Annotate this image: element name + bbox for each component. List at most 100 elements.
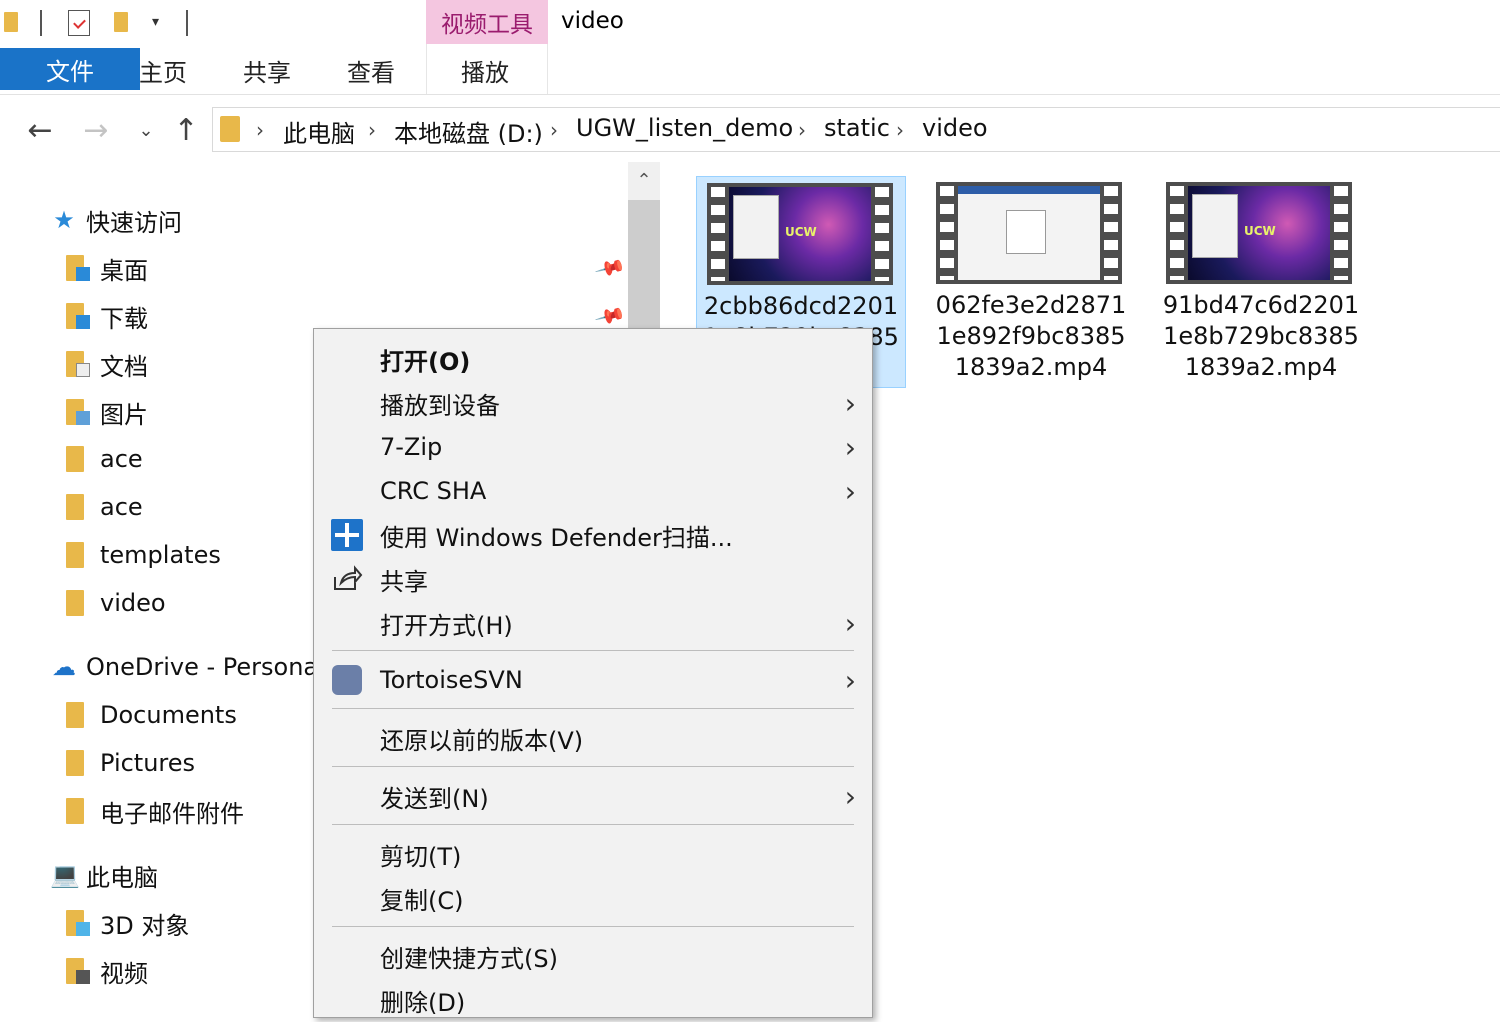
nav-item-templates[interactable]: templates xyxy=(66,535,221,575)
breadcrumb-chevron-icon[interactable]: › xyxy=(368,118,376,142)
menu-item-label: 发送到(N) xyxy=(380,784,489,813)
pictures-folder-icon xyxy=(66,399,90,425)
menu-separator xyxy=(332,708,854,709)
menu-item-defender-scan[interactable]: 使用 Windows Defender扫描... xyxy=(314,513,874,557)
nav-item-email-attachments[interactable]: 电子邮件附件 xyxy=(66,791,244,831)
breadcrumb-ugw-listen-demo[interactable]: UGW_listen_demo xyxy=(576,114,793,142)
menu-item-label: CRC SHA xyxy=(380,477,487,505)
menu-item-label: 播放到设备 xyxy=(380,391,500,420)
nav-onedrive[interactable]: ☁ OneDrive - Personal xyxy=(50,647,325,687)
menu-item-label: 使用 Windows Defender扫描... xyxy=(380,523,733,552)
back-arrow-icon[interactable]: ← xyxy=(20,110,60,150)
tab-file[interactable]: 文件 xyxy=(0,48,140,90)
menu-item-label: 共享 xyxy=(380,567,428,596)
menu-item-restore-previous-versions[interactable]: 还原以前的版本(V) xyxy=(314,716,874,760)
folder-icon xyxy=(66,798,84,824)
nav-item-label: 视频 xyxy=(100,959,148,988)
nav-item-video[interactable]: video xyxy=(66,583,166,623)
breadcrumb-chevron-icon[interactable]: › xyxy=(256,118,264,142)
nav-item-label: ace xyxy=(100,493,143,521)
nav-this-pc[interactable]: 💻 此电脑 xyxy=(50,855,158,895)
submenu-arrow-icon: › xyxy=(844,474,856,508)
video-thumbnail xyxy=(936,182,1122,284)
nav-item-label: templates xyxy=(100,541,221,569)
menu-item-label: 创建快捷方式(S) xyxy=(380,944,558,973)
nav-item-ace[interactable]: ace xyxy=(66,439,143,479)
defender-shield-icon xyxy=(331,519,363,551)
properties-icon[interactable] xyxy=(68,10,90,36)
computer-icon: 💻 xyxy=(50,861,80,889)
tab-play[interactable]: 播放 xyxy=(461,48,509,92)
cloud-icon: ☁ xyxy=(52,653,76,681)
tab-home[interactable]: 主页 xyxy=(139,48,187,92)
menu-separator xyxy=(332,766,854,767)
nav-item-downloads[interactable]: 下载 xyxy=(66,296,148,336)
breadcrumb-chevron-icon[interactable]: › xyxy=(798,118,806,142)
tortoisesvn-icon xyxy=(332,665,362,695)
menu-item-cut[interactable]: 剪切(T) xyxy=(314,832,874,876)
breadcrumb-static[interactable]: static xyxy=(824,114,890,142)
breadcrumb-this-pc[interactable]: 此电脑 xyxy=(283,114,355,149)
menu-separator xyxy=(332,650,854,651)
menu-item-label: 7-Zip xyxy=(380,433,443,461)
up-arrow-icon[interactable]: ↑ xyxy=(166,110,206,150)
file-item-video-2[interactable]: 062fe3e2d2871 1e892f9bc8385 1839a2.mp4 xyxy=(926,176,1136,388)
menu-item-copy[interactable]: 复制(C) xyxy=(314,876,874,920)
nav-item-onedrive-documents[interactable]: Documents xyxy=(66,695,237,735)
file-name: 91bd47c6d2201 1e8b729bc8385 1839a2.mp4 xyxy=(1162,291,1360,381)
menu-item-cast-to-device[interactable]: 播放到设备 › xyxy=(314,381,874,425)
menu-item-create-shortcut[interactable]: 创建快捷方式(S) xyxy=(314,934,874,978)
menu-item-send-to[interactable]: 发送到(N) › xyxy=(314,774,874,818)
folder-icon xyxy=(66,494,84,520)
menu-item-label: 还原以前的版本(V) xyxy=(380,726,584,755)
nav-item-desktop[interactable]: 桌面 xyxy=(66,248,148,288)
nav-quick-access[interactable]: ★ 快速访问 xyxy=(50,200,182,240)
menu-item-label: 打开(O) xyxy=(380,347,471,376)
menu-item-label: 删除(D) xyxy=(380,988,466,1017)
nav-item-onedrive-pictures[interactable]: Pictures xyxy=(66,743,195,783)
folder-icon xyxy=(4,12,18,32)
folder-icon xyxy=(66,446,84,472)
breadcrumb-local-disk[interactable]: 本地磁盘 (D:) xyxy=(394,114,543,149)
scroll-up-chevron-icon[interactable]: ⌃ xyxy=(628,162,660,198)
nav-item-3d-objects[interactable]: 3D 对象 xyxy=(66,903,189,943)
nav-item-label: ace xyxy=(100,445,143,473)
nav-item-label: 桌面 xyxy=(100,256,148,285)
breadcrumb-chevron-icon[interactable]: › xyxy=(550,118,558,142)
menu-item-share[interactable]: 共享 xyxy=(314,557,874,601)
menu-item-open[interactable]: 打开(O) xyxy=(314,337,874,381)
forward-arrow-icon[interactable]: → xyxy=(76,110,116,150)
folder-icon xyxy=(220,116,240,142)
menu-item-open-with[interactable]: 打开方式(H) › xyxy=(314,601,874,645)
file-item-video-3[interactable]: UCW 91bd47c6d2201 1e8b729bc8385 1839a2.m… xyxy=(1156,176,1366,388)
tab-share[interactable]: 共享 xyxy=(243,48,291,92)
nav-item-label: 图片 xyxy=(100,400,148,429)
video-thumbnail: UCW xyxy=(707,183,893,285)
star-icon: ★ xyxy=(53,206,75,234)
toolbar-separator xyxy=(186,10,188,36)
videos-folder-icon xyxy=(66,958,90,984)
recent-locations-chevron-icon[interactable]: ⌄ xyxy=(126,110,166,150)
tab-view[interactable]: 查看 xyxy=(347,48,395,92)
breadcrumb-video[interactable]: video xyxy=(922,114,988,142)
nav-item-videos[interactable]: 视频 xyxy=(66,951,148,991)
menu-item-7zip[interactable]: 7-Zip › xyxy=(314,425,874,469)
breadcrumb-chevron-icon[interactable]: › xyxy=(896,118,904,142)
nav-item-documents[interactable]: 文档 xyxy=(66,344,148,384)
context-menu: 打开(O) 播放到设备 › 7-Zip › CRC SHA › 使用 Windo… xyxy=(313,328,873,1018)
nav-item-label: 3D 对象 xyxy=(100,911,190,940)
nav-item-label: 下载 xyxy=(100,304,148,333)
pin-icon[interactable]: 📌 xyxy=(594,251,628,284)
menu-item-crc-sha[interactable]: CRC SHA › xyxy=(314,469,874,513)
new-folder-icon[interactable] xyxy=(114,12,128,32)
nav-item-ace[interactable]: ace xyxy=(66,487,143,527)
submenu-arrow-icon: › xyxy=(844,606,856,640)
menu-item-delete[interactable]: 删除(D) xyxy=(314,978,874,1022)
nav-item-pictures[interactable]: 图片 xyxy=(66,392,148,432)
folder-icon xyxy=(66,750,84,776)
customize-toolbar-chevron-icon[interactable]: ▾ xyxy=(152,14,159,30)
toolbar-separator xyxy=(40,10,42,36)
3d-objects-folder-icon xyxy=(66,910,90,936)
window-title: video xyxy=(561,8,624,34)
menu-item-tortoisesvn[interactable]: TortoiseSVN › xyxy=(314,658,874,702)
